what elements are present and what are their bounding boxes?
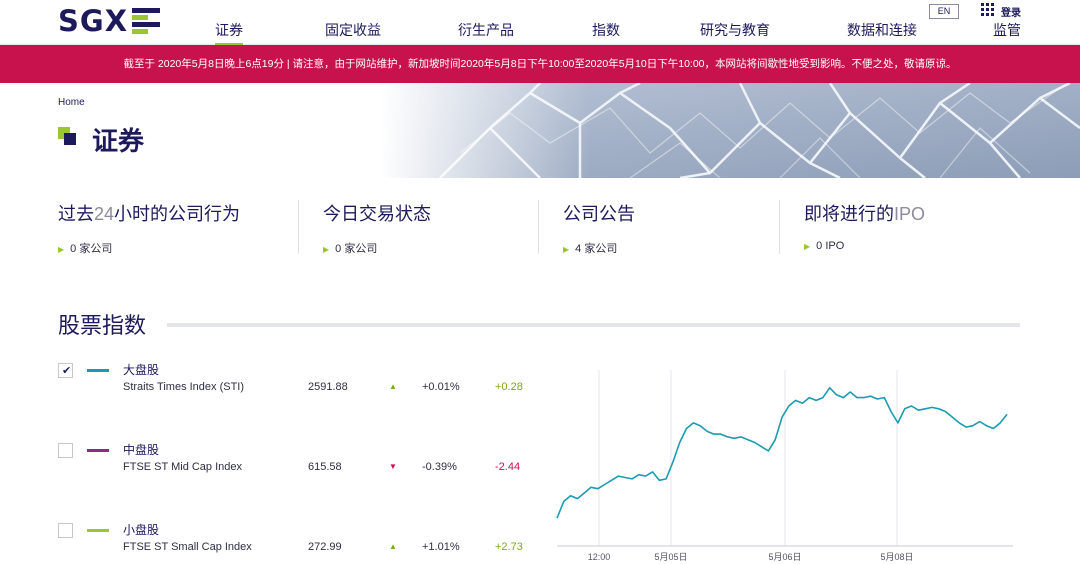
nav-item-securities[interactable]: 证券 bbox=[215, 20, 243, 45]
card-divider bbox=[538, 200, 539, 254]
index-name[interactable]: Straits Times Index (STI) bbox=[123, 381, 244, 393]
summary-card-announcements[interactable]: 公司公告 ▶ 4 家公司 bbox=[563, 200, 635, 256]
summary-card-corporate-actions[interactable]: 过去24小时的公司行为 ▶ 0 家公司 bbox=[58, 200, 240, 256]
summary-card-trading-status[interactable]: 今日交易状态 ▶ 0 家公司 bbox=[323, 200, 431, 256]
index-line-chart[interactable]: 12:00 5月05日 5月06日 5月08日 bbox=[555, 368, 1015, 564]
card-title: 公司公告 bbox=[563, 204, 635, 224]
card-divider bbox=[779, 200, 780, 254]
index-row-sti: ✔ 大盘股 Straits Times Index (STI) 2591.88 … bbox=[58, 361, 538, 401]
index-change: -2.44 bbox=[495, 461, 521, 473]
x-tick-label: 5月08日 bbox=[880, 552, 913, 562]
series-color-swatch bbox=[87, 529, 109, 532]
nav-item-derivatives[interactable]: 衍生产品 bbox=[458, 20, 514, 40]
nav-item-fixed-income[interactable]: 固定收益 bbox=[325, 20, 381, 40]
nav-item-indices[interactable]: 指数 bbox=[592, 20, 620, 40]
sti-series-line bbox=[556, 386, 1008, 519]
arrow-right-icon: ▶ bbox=[563, 245, 570, 254]
index-value: 615.58 bbox=[308, 461, 342, 473]
index-checkbox[interactable] bbox=[58, 523, 73, 538]
page-title: 证券 bbox=[92, 126, 145, 156]
index-percent-change: +0.01% bbox=[422, 381, 460, 393]
index-name[interactable]: FTSE ST Small Cap Index bbox=[123, 541, 252, 553]
login-link[interactable]: 登录 bbox=[1001, 4, 1021, 19]
card-link[interactable]: ▶ 0 IPO bbox=[804, 240, 925, 252]
summary-card-upcoming-ipo[interactable]: 即将进行的IPO ▶ 0 IPO bbox=[804, 200, 925, 256]
card-title: 即将进行的IPO bbox=[804, 204, 926, 224]
nav-item-data-connectivity[interactable]: 数据和连接 bbox=[847, 20, 917, 40]
card-link[interactable]: ▶ 0 家公司 bbox=[323, 240, 431, 256]
title-mark-icon bbox=[58, 127, 76, 145]
index-category: 大盘股 bbox=[123, 363, 160, 377]
x-tick-label: 5月05日 bbox=[654, 552, 687, 562]
hero-section: Home 证券 bbox=[0, 83, 1080, 178]
section-title: 股票指数 bbox=[58, 313, 147, 338]
index-change: +0.28 bbox=[495, 381, 523, 393]
card-link[interactable]: ▶ 4 家公司 bbox=[563, 240, 635, 256]
maintenance-banner: 截至于 2020年5月8日晚上6点19分 | 请注意，由于网站维护，新加坡时间2… bbox=[0, 45, 1080, 83]
card-title: 今日交易状态 bbox=[323, 204, 431, 224]
index-value: 2591.88 bbox=[308, 381, 348, 393]
sgx-logo[interactable]: SGX bbox=[58, 4, 161, 38]
index-row-mid-cap: 中盘股 FTSE ST Mid Cap Index 615.58 ▼ -0.39… bbox=[58, 441, 538, 481]
logo-mark-icon bbox=[132, 7, 161, 35]
index-category: 小盘股 bbox=[123, 523, 160, 537]
index-percent-change: -0.39% bbox=[422, 461, 457, 473]
index-name[interactable]: FTSE ST Mid Cap Index bbox=[123, 461, 242, 473]
series-color-swatch bbox=[87, 369, 109, 372]
index-checkbox[interactable]: ✔ bbox=[58, 363, 73, 378]
arrow-right-icon: ▶ bbox=[804, 242, 811, 251]
nav-item-research-education[interactable]: 研究与教育 bbox=[700, 20, 770, 40]
triangle-up-icon: ▲ bbox=[389, 542, 397, 551]
series-color-swatch bbox=[87, 449, 109, 452]
index-percent-change: +1.01% bbox=[422, 541, 460, 553]
index-checkbox[interactable] bbox=[58, 443, 73, 458]
breadcrumb[interactable]: Home bbox=[58, 97, 85, 108]
x-tick-label: 5月06日 bbox=[768, 552, 801, 562]
apps-grid-icon[interactable] bbox=[981, 3, 994, 16]
site-header: SGX 证券 固定收益 衍生产品 指数 研究与教育 数据和连接 监管 EN 登录 bbox=[0, 0, 1080, 45]
nav-item-regulation[interactable]: 监管 bbox=[993, 20, 1021, 40]
card-divider bbox=[298, 200, 299, 254]
arrow-right-icon: ▶ bbox=[323, 245, 330, 254]
language-button[interactable]: EN bbox=[929, 4, 959, 19]
section-divider bbox=[167, 323, 1020, 327]
checkmark-icon: ✔ bbox=[62, 365, 72, 377]
index-value: 272.99 bbox=[308, 541, 342, 553]
index-category: 中盘股 bbox=[123, 443, 160, 457]
card-link[interactable]: ▶ 0 家公司 bbox=[58, 240, 240, 256]
card-title: 过去24小时的公司行为 bbox=[58, 204, 241, 224]
index-change: +2.73 bbox=[495, 541, 523, 553]
logo-text: SGX bbox=[58, 4, 129, 38]
arrow-right-icon: ▶ bbox=[58, 245, 65, 254]
triangle-up-icon: ▲ bbox=[389, 382, 397, 391]
x-tick-label: 12:00 bbox=[588, 552, 611, 562]
index-row-small-cap: 小盘股 FTSE ST Small Cap Index 272.99 ▲ +1.… bbox=[58, 521, 538, 561]
triangle-down-icon: ▼ bbox=[389, 462, 397, 471]
hero-pattern-image bbox=[380, 83, 1080, 178]
